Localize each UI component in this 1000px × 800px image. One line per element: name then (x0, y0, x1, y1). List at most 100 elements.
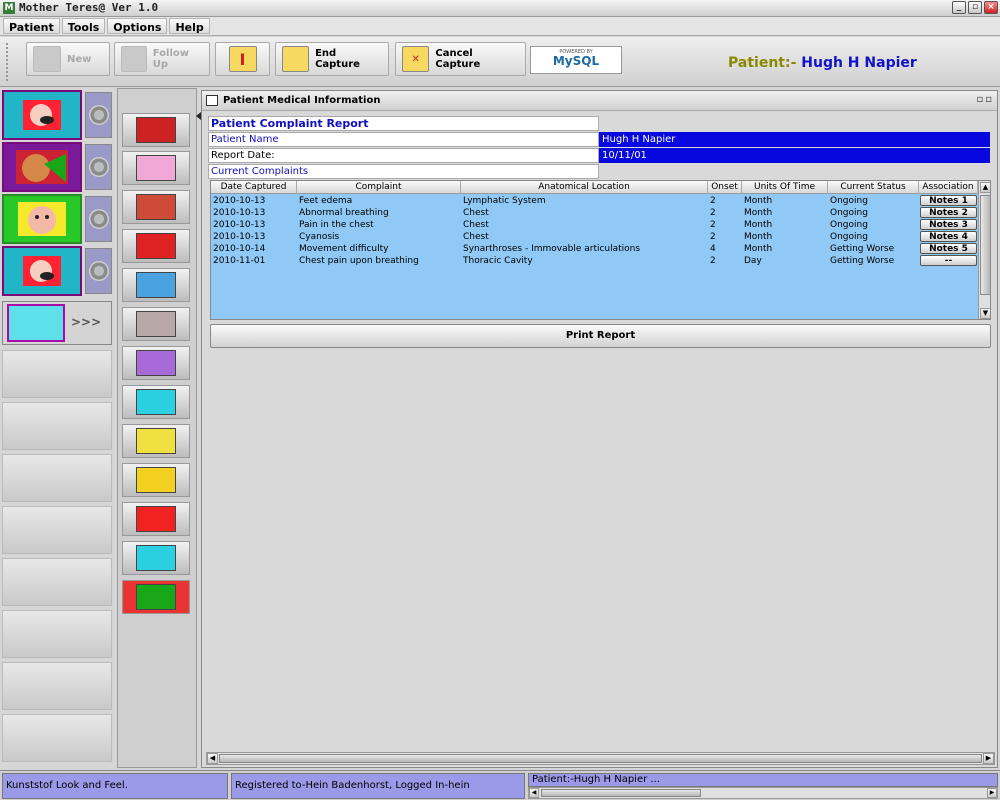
cell-status: Getting Worse (830, 256, 895, 266)
nav-button-4[interactable] (2, 246, 112, 296)
toolbar-grip[interactable] (6, 43, 12, 81)
notes-button[interactable]: Notes 5 (920, 243, 977, 254)
menu-tools[interactable]: Tools (61, 18, 106, 34)
gear-button-4[interactable] (85, 248, 112, 294)
gear-button-3[interactable] (85, 196, 112, 242)
cell-location: Chest (463, 220, 489, 230)
nav-blank-2[interactable] (2, 402, 112, 450)
close-button[interactable]: × (984, 1, 998, 14)
col-anatomical-location[interactable]: Anatomical Location (461, 181, 708, 194)
table-row[interactable]: 2010-10-13 Abnormal breathing Chest 2 Mo… (211, 207, 978, 219)
new-icon (33, 46, 61, 72)
icon-button-pill[interactable] (122, 190, 190, 224)
report-title: Patient Complaint Report (208, 116, 599, 131)
notes-button[interactable]: Notes 3 (920, 219, 977, 230)
nav-blank-5[interactable] (2, 558, 112, 606)
notes-button[interactable]: -- (920, 255, 977, 266)
nav-blank-7[interactable] (2, 662, 112, 710)
cell-units: Day (744, 256, 762, 266)
icon-button-car[interactable] (122, 424, 190, 458)
menu-help[interactable]: Help (169, 18, 210, 34)
status-patient: Patient:-Hugh H Napier ... (528, 773, 998, 787)
icon-button-house[interactable] (122, 307, 190, 341)
notes-button[interactable]: Notes 1 (920, 195, 977, 206)
cell-complaint: Chest pain upon breathing (299, 256, 419, 266)
doctor-icon-2 (2, 246, 82, 296)
col-units-of-time[interactable]: Units Of Time (742, 181, 828, 194)
gear-button-2[interactable] (85, 144, 112, 190)
col-current-status[interactable]: Current Status (828, 181, 919, 194)
more-button[interactable]: >>> (2, 301, 112, 345)
col-onset[interactable]: Onset (708, 181, 742, 194)
current-complaints-label: Current Complaints (208, 164, 599, 179)
icon-bar (117, 88, 197, 768)
nav-blank-6[interactable] (2, 610, 112, 658)
print-report-button[interactable]: Print Report (210, 324, 991, 348)
cell-units: Month (744, 232, 773, 242)
icon-button-doctor[interactable] (122, 502, 190, 536)
table-row[interactable]: 2010-10-14 Movement difficulty Synarthro… (211, 243, 978, 255)
icon-button-goggles[interactable] (122, 385, 190, 419)
info-button[interactable]: I (215, 42, 270, 76)
scroll-down-icon[interactable]: ▼ (980, 308, 990, 319)
cell-units: Month (744, 196, 773, 206)
scroll-thumb[interactable] (980, 195, 990, 295)
panel-controls[interactable]: ▫▫ (976, 94, 994, 105)
nav-blank-4[interactable] (2, 506, 112, 554)
cell-date: 2010-10-13 (213, 220, 266, 230)
panel-horizontal-scrollbar[interactable]: ◀ ▶ (206, 752, 995, 765)
nav-button-2[interactable] (2, 142, 112, 192)
icon-button-shouting-active[interactable] (122, 580, 190, 614)
panel-title-bar: Patient Medical Information ▫▫ (202, 91, 997, 111)
restore-button[interactable]: ▫ (968, 1, 982, 14)
house-icon (136, 311, 176, 337)
icon-button-shouting[interactable] (122, 113, 190, 147)
gear-icon (88, 157, 109, 177)
cell-onset: 2 (710, 220, 716, 230)
cell-date: 2010-10-13 (213, 196, 266, 206)
scroll-thumb[interactable] (219, 754, 982, 763)
menu-patient[interactable]: Patient (3, 18, 60, 34)
cell-date: 2010-11-01 (213, 256, 266, 266)
new-button[interactable]: New (26, 42, 110, 76)
col-date-captured[interactable]: Date Captured (211, 181, 297, 194)
table-row[interactable]: 2010-11-01 Chest pain upon breathing Tho… (211, 255, 978, 267)
icon-button-sick-face[interactable] (122, 463, 190, 497)
minimize-button[interactable]: _ (952, 1, 966, 14)
menu-options[interactable]: Options (107, 18, 168, 34)
scroll-left-icon[interactable]: ◀ (529, 788, 539, 798)
nav-button-1[interactable] (2, 90, 112, 140)
icon-button-family[interactable] (122, 268, 190, 302)
notes-button[interactable]: Notes 2 (920, 207, 977, 218)
scroll-left-icon[interactable]: ◀ (207, 753, 218, 764)
table-row[interactable]: 2010-10-13 Pain in the chest Chest 2 Mon… (211, 219, 978, 231)
new-label: New (67, 53, 92, 65)
scroll-right-icon[interactable]: ▶ (983, 753, 994, 764)
end-capture-button[interactable]: End Capture (275, 42, 389, 76)
icon-button-blood[interactable] (122, 229, 190, 263)
scroll-right-icon[interactable]: ▶ (987, 788, 997, 798)
nav-blank-8[interactable] (2, 714, 112, 762)
scroll-up-icon[interactable]: ▲ (980, 182, 990, 193)
table-vertical-scrollbar[interactable]: ▲ ▼ (978, 181, 990, 319)
pill-icon (136, 194, 176, 220)
nav-blank-3[interactable] (2, 454, 112, 502)
table-row[interactable]: 2010-10-13 Cyanosis Chest 2 Month Ongoin… (211, 231, 978, 243)
col-association[interactable]: Association (919, 181, 978, 194)
window-controls: _ ▫ × (952, 1, 998, 14)
body-icon (136, 155, 176, 181)
notes-button[interactable]: Notes 4 (920, 231, 977, 242)
gear-button-1[interactable] (85, 92, 112, 138)
table-row[interactable]: 2010-10-13 Feet edema Lymphatic System 2… (211, 195, 978, 207)
cancel-capture-button[interactable]: ✕ Cancel Capture (395, 42, 526, 76)
nav-blank-1[interactable] (2, 350, 112, 398)
scroll-thumb[interactable] (541, 789, 701, 797)
mysql-text: MySQL (552, 54, 600, 68)
icon-button-bus[interactable] (122, 346, 190, 380)
icon-button-goggles-2[interactable] (122, 541, 190, 575)
col-complaint[interactable]: Complaint (297, 181, 461, 194)
status-horizontal-scrollbar[interactable]: ◀ ▶ (528, 787, 998, 799)
icon-button-body[interactable] (122, 151, 190, 185)
nav-button-3[interactable] (2, 194, 112, 244)
follow-up-button[interactable]: Follow Up (114, 42, 210, 76)
